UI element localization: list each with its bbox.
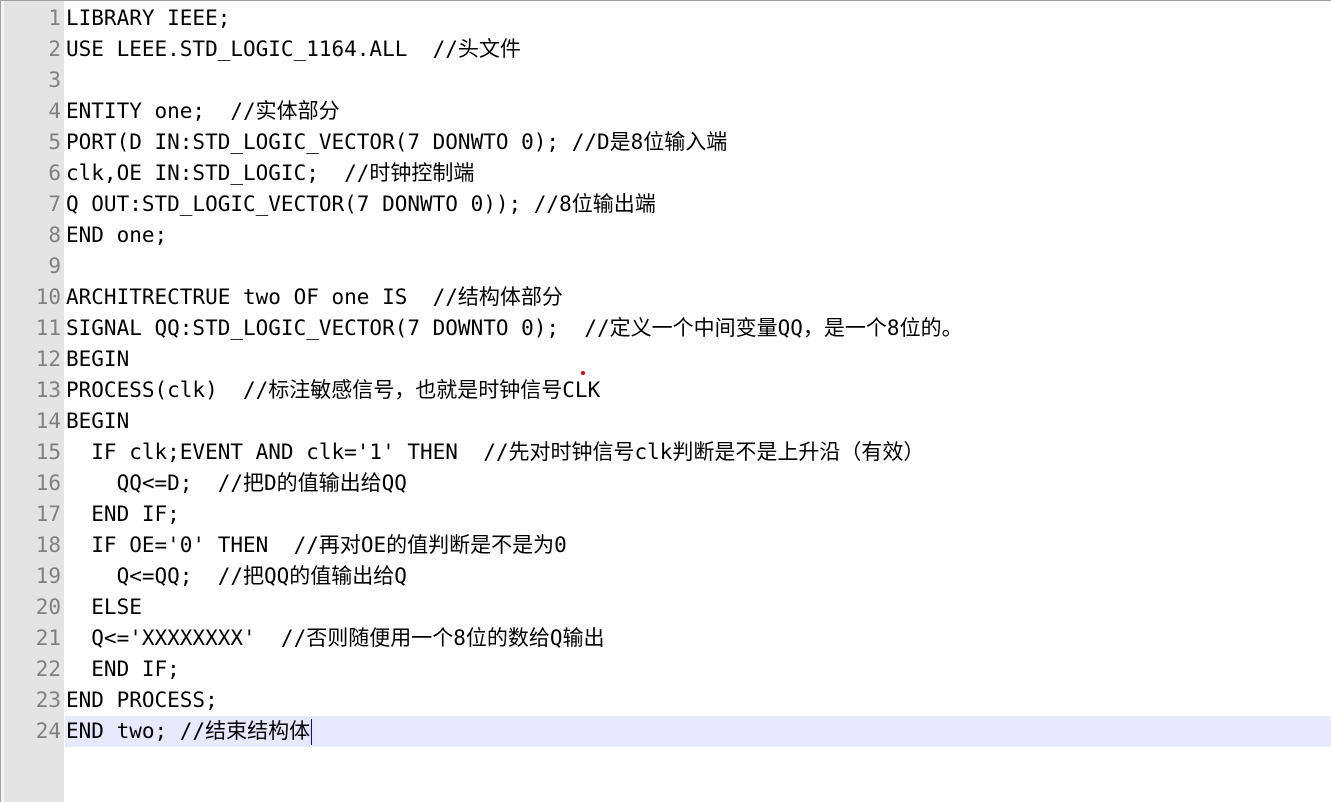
line-number: 17 xyxy=(35,502,61,526)
line-number: 22 xyxy=(35,657,61,681)
line-number: 15 xyxy=(35,440,61,464)
line-number: 14 xyxy=(35,409,61,433)
code-text-content: Q OUT:STD_LOGIC_VECTOR(7 DONWTO 0)); //8… xyxy=(66,192,656,216)
code-text-content: Q<=QQ; //把QQ的值输出给Q xyxy=(66,564,407,588)
code-editor[interactable]: 1 LIBRARY IEEE; 2 USE LEEE.STD_LOGIC_1164.A… xyxy=(0,0,1331,802)
code-line[interactable]: 8 END one; xyxy=(1,220,1331,251)
line-number: 5 xyxy=(48,130,61,154)
code-line[interactable]: 17 END IF; xyxy=(1,499,1331,530)
code-line[interactable]: 13 PROCESS(clk) //标注敏感信号，也就是时钟信号CLK xyxy=(1,375,1331,406)
code-line[interactable]: 18 IF OE='0' THEN //再对OE的值判断是不是为0 xyxy=(1,530,1331,561)
code-text[interactable]: END IF; xyxy=(65,654,1331,685)
code-line[interactable]: 10 ARCHITRECTRUE two OF one IS //结构体部分 xyxy=(1,282,1331,313)
code-text[interactable]: ELSE xyxy=(65,592,1331,623)
code-line[interactable]: 14 BEGIN xyxy=(1,406,1331,437)
code-text[interactable]: ENTITY one; //实体部分 xyxy=(65,96,1331,127)
code-line[interactable]: 1 LIBRARY IEEE; xyxy=(1,3,1331,34)
code-text-content: END PROCESS; xyxy=(66,688,218,712)
line-number: 2 xyxy=(48,37,61,61)
code-line[interactable]: 9 xyxy=(1,251,1331,282)
line-number: 10 xyxy=(35,285,61,309)
code-text[interactable] xyxy=(65,65,1331,96)
code-text[interactable]: LIBRARY IEEE; xyxy=(65,3,1331,34)
code-text-content: Q<='XXXXXXXX' //否则随便用一个8位的数给Q输出 xyxy=(66,626,605,650)
code-line[interactable]: 5 PORT(D IN:STD_LOGIC_VECTOR(7 DONWTO 0);… xyxy=(1,127,1331,158)
code-text-content: END two; //结束结构体 xyxy=(66,719,311,743)
line-number: 24 xyxy=(35,719,61,743)
code-line[interactable]: 20 ELSE xyxy=(1,592,1331,623)
line-number: 16 xyxy=(35,471,61,495)
code-text[interactable]: PROCESS(clk) //标注敏感信号，也就是时钟信号CLK xyxy=(65,375,1331,406)
code-text-content: ENTITY one; //实体部分 xyxy=(66,99,340,123)
code-text[interactable]: END two; //结束结构体 xyxy=(65,716,1331,747)
code-text-content: clk,OE IN:STD_LOGIC; //时钟控制端 xyxy=(66,161,475,185)
code-text-content: END one; xyxy=(66,223,168,247)
code-line[interactable]: 15 IF clk;EVENT AND clk='1' THEN //先对时钟信… xyxy=(1,437,1331,468)
code-text-content: BEGIN xyxy=(66,347,130,371)
code-line[interactable]: 6 clk,OE IN:STD_LOGIC; //时钟控制端 xyxy=(1,158,1331,189)
code-line[interactable]: 2 USE LEEE.STD_LOGIC_1164.ALL //头文件 xyxy=(1,34,1331,65)
code-text[interactable]: BEGIN xyxy=(65,344,1331,375)
code-text[interactable]: IF OE='0' THEN //再对OE的值判断是不是为0 xyxy=(65,530,1331,561)
text-caret xyxy=(311,719,313,745)
code-text-content: SIGNAL QQ:STD_LOGIC_VECTOR(7 DOWNTO 0); … xyxy=(66,316,963,340)
code-text[interactable]: SIGNAL QQ:STD_LOGIC_VECTOR(7 DOWNTO 0); … xyxy=(65,313,1331,344)
code-line[interactable]: 3 xyxy=(1,65,1331,96)
line-number: 19 xyxy=(35,564,61,588)
code-text-content: IF OE='0' THEN //再对OE的值判断是不是为0 xyxy=(66,533,567,557)
code-text-content: END IF; xyxy=(66,657,180,681)
code-text[interactable]: clk,OE IN:STD_LOGIC; //时钟控制端 xyxy=(65,158,1331,189)
red-marker-dot xyxy=(581,371,585,375)
code-line[interactable]: 21 Q<='XXXXXXXX' //否则随便用一个8位的数给Q输出 xyxy=(1,623,1331,654)
code-text[interactable] xyxy=(65,251,1331,282)
line-number: 11 xyxy=(35,316,61,340)
code-line[interactable]: 19 Q<=QQ; //把QQ的值输出给Q xyxy=(1,561,1331,592)
code-line[interactable]: 22 END IF; xyxy=(1,654,1331,685)
line-number: 21 xyxy=(35,626,61,650)
code-text-content: BEGIN xyxy=(66,409,130,433)
line-number: 3 xyxy=(48,68,61,92)
code-line[interactable]: 24 END two; //结束结构体 xyxy=(1,716,1331,747)
code-text[interactable]: END one; xyxy=(65,220,1331,251)
code-text[interactable]: Q OUT:STD_LOGIC_VECTOR(7 DONWTO 0)); //8… xyxy=(65,189,1331,220)
code-line[interactable]: 11 SIGNAL QQ:STD_LOGIC_VECTOR(7 DOWNTO 0)… xyxy=(1,313,1331,344)
code-line[interactable]: 7Q OUT:STD_LOGIC_VECTOR(7 DONWTO 0)); //… xyxy=(1,189,1331,220)
line-number: 20 xyxy=(35,595,61,619)
code-text[interactable]: END IF; xyxy=(65,499,1331,530)
code-text[interactable]: END PROCESS; xyxy=(65,685,1331,716)
code-text[interactable]: PORT(D IN:STD_LOGIC_VECTOR(7 DONWTO 0); … xyxy=(65,127,1331,158)
code-text[interactable]: Q<=QQ; //把QQ的值输出给Q xyxy=(65,561,1331,592)
code-text-content: ARCHITRECTRUE two OF one IS //结构体部分 xyxy=(66,285,563,309)
code-lines[interactable]: 1 LIBRARY IEEE; 2 USE LEEE.STD_LOGIC_1164.A… xyxy=(1,3,1331,747)
code-line[interactable]: 23 END PROCESS; xyxy=(1,685,1331,716)
code-text-content: IF clk;EVENT AND clk='1' THEN //先对时钟信号cl… xyxy=(66,440,925,464)
code-text-content: PROCESS(clk) //标注敏感信号，也就是时钟信号CLK xyxy=(66,378,601,402)
code-line[interactable]: 16 QQ<=D; //把D的值输出给QQ xyxy=(1,468,1331,499)
code-text[interactable]: Q<='XXXXXXXX' //否则随便用一个8位的数给Q输出 xyxy=(65,623,1331,654)
line-number: 8 xyxy=(48,223,61,247)
line-number: 12 xyxy=(35,347,61,371)
code-line[interactable]: 12 BEGIN xyxy=(1,344,1331,375)
code-text-content: PORT(D IN:STD_LOGIC_VECTOR(7 DONWTO 0); … xyxy=(66,130,728,154)
line-number: 6 xyxy=(48,161,61,185)
code-text-content: QQ<=D; //把D的值输出给QQ xyxy=(66,471,407,495)
code-text[interactable]: ARCHITRECTRUE two OF one IS //结构体部分 xyxy=(65,282,1331,313)
code-line[interactable]: 4 ENTITY one; //实体部分 xyxy=(1,96,1331,127)
code-text[interactable]: USE LEEE.STD_LOGIC_1164.ALL //头文件 xyxy=(65,34,1331,65)
line-number: 9 xyxy=(48,254,61,278)
code-text[interactable]: BEGIN xyxy=(65,406,1331,437)
line-number: 4 xyxy=(48,99,61,123)
code-text-content: USE LEEE.STD_LOGIC_1164.ALL //头文件 xyxy=(66,37,521,61)
code-text-content: END IF; xyxy=(66,502,180,526)
line-number: 18 xyxy=(35,533,61,557)
code-text-content: ELSE xyxy=(66,595,142,619)
line-number: 7 xyxy=(48,192,61,216)
line-number: 23 xyxy=(35,688,61,712)
code-text-content: LIBRARY IEEE; xyxy=(66,6,231,30)
code-text[interactable]: IF clk;EVENT AND clk='1' THEN //先对时钟信号cl… xyxy=(65,437,1331,468)
line-number: 1 xyxy=(48,6,61,30)
code-text[interactable]: QQ<=D; //把D的值输出给QQ xyxy=(65,468,1331,499)
line-number: 13 xyxy=(35,378,61,402)
